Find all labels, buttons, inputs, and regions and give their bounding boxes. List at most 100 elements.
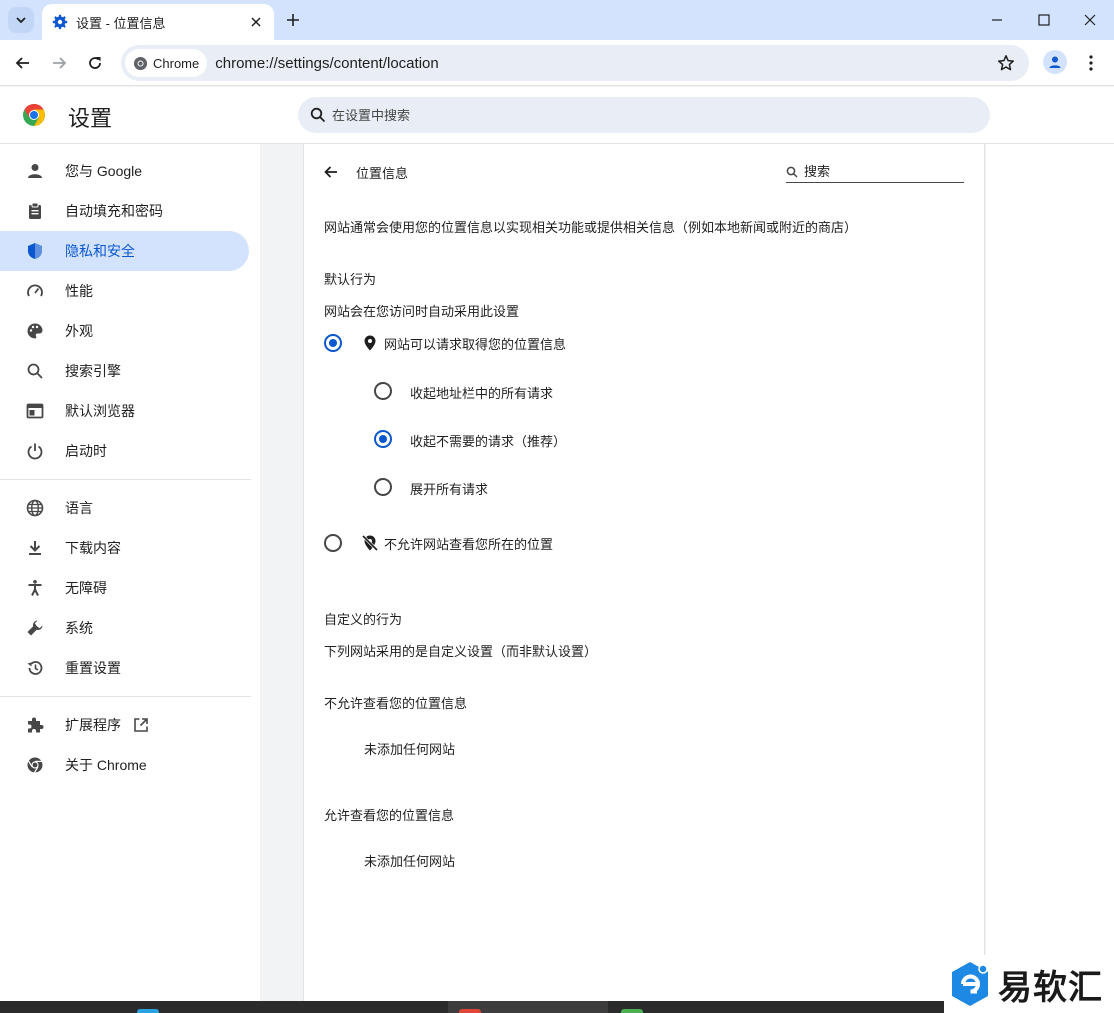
search-icon bbox=[310, 107, 326, 123]
custom-behavior-subtitle: 下列网站采用的是自定义设置（而非默认设置） bbox=[324, 644, 598, 659]
globe-icon bbox=[24, 497, 46, 519]
site-info-chip[interactable]: Chrome bbox=[125, 49, 208, 77]
arrow-left-icon bbox=[15, 57, 29, 69]
plus-icon bbox=[287, 14, 299, 26]
sidebar-item-label: 搜索引擎 bbox=[65, 363, 121, 379]
description-text: 网站通常会使用您的位置信息以实现相关功能或提供相关信息（例如本地新闻或附近的商店… bbox=[324, 220, 858, 235]
sidebar-item-appearance[interactable]: 外观 bbox=[0, 311, 249, 351]
arrow-left-icon bbox=[324, 166, 337, 178]
blocked-sites-heading: 不允许查看您的位置信息 bbox=[324, 696, 468, 711]
url-text[interactable]: chrome://settings/content/location bbox=[215, 55, 991, 72]
settings-search-input[interactable] bbox=[332, 107, 932, 123]
back-button[interactable] bbox=[320, 161, 342, 183]
radio-quiet-unneeded[interactable] bbox=[374, 430, 392, 448]
site-search[interactable] bbox=[786, 161, 964, 183]
sidebar-item-downloads[interactable]: 下载内容 bbox=[0, 528, 249, 568]
bookmark-button[interactable] bbox=[991, 48, 1021, 78]
sidebar-item-reset[interactable]: 重置设置 bbox=[0, 648, 249, 688]
minimize-icon bbox=[992, 19, 1002, 21]
sidebar-item-label: 隐私和安全 bbox=[65, 243, 135, 259]
custom-behavior-heading: 自定义的行为 bbox=[324, 612, 403, 627]
gear-icon bbox=[52, 14, 68, 30]
download-icon bbox=[24, 537, 46, 559]
watermark-text: 易软汇 bbox=[998, 967, 1103, 1008]
maximize-button[interactable] bbox=[1021, 0, 1067, 40]
person-icon bbox=[24, 160, 46, 182]
tab-title: 设置 - 位置信息 bbox=[76, 15, 166, 31]
option-block-label: 不允许网站查看您所在的位置 bbox=[384, 537, 554, 552]
sidebar-item-privacy[interactable]: 隐私和安全 bbox=[0, 231, 249, 271]
speedometer-icon bbox=[24, 280, 46, 302]
settings-header: 设置 bbox=[0, 87, 1114, 144]
search-icon bbox=[786, 166, 798, 178]
settings-search[interactable] bbox=[298, 97, 990, 133]
maximize-icon bbox=[1038, 14, 1050, 26]
reload-button[interactable] bbox=[80, 48, 110, 78]
sidebar-item-about-chrome[interactable]: 关于 Chrome bbox=[0, 745, 249, 785]
option-quiet-unneeded-label: 收起不需要的请求（推荐） bbox=[410, 434, 567, 449]
profile-button[interactable] bbox=[1043, 50, 1067, 74]
sidebar-item-on-startup[interactable]: 启动时 bbox=[0, 431, 249, 471]
site-search-input[interactable] bbox=[804, 164, 954, 179]
clipboard-icon bbox=[24, 200, 46, 222]
sidebar-divider bbox=[0, 696, 251, 697]
sidebar-item-label: 启动时 bbox=[65, 443, 107, 459]
window-close-button[interactable] bbox=[1067, 0, 1113, 40]
sidebar-item-system[interactable]: 系统 bbox=[0, 608, 249, 648]
address-bar[interactable]: Chrome chrome://settings/content/locatio… bbox=[121, 45, 1029, 81]
settings-title: 设置 bbox=[68, 106, 113, 131]
sidebar-item-languages[interactable]: 语言 bbox=[0, 488, 249, 528]
default-behavior-heading: 默认行为 bbox=[324, 272, 377, 287]
sidebar-item-label: 自动填充和密码 bbox=[65, 203, 163, 219]
sidebar-item-extensions[interactable]: 扩展程序 bbox=[0, 705, 249, 745]
person-icon bbox=[1049, 56, 1061, 68]
browser-toolbar: Chrome chrome://settings/content/locatio… bbox=[0, 40, 1114, 86]
radio-allow-location[interactable] bbox=[324, 334, 342, 352]
tab-settings-location[interactable]: 设置 - 位置信息 bbox=[42, 4, 274, 40]
sidebar-item-label: 下载内容 bbox=[65, 540, 121, 556]
radio-quiet-all[interactable] bbox=[374, 382, 392, 400]
restore-icon bbox=[24, 657, 46, 679]
tab-strip: 设置 - 位置信息 bbox=[0, 0, 1114, 40]
forward-button[interactable] bbox=[44, 48, 74, 78]
sidebar-item-label: 默认浏览器 bbox=[65, 403, 135, 419]
sidebar-item-you-and-google[interactable]: 您与 Google bbox=[0, 151, 249, 191]
browser-icon bbox=[24, 400, 46, 422]
blocked-sites-empty: 未添加任何网站 bbox=[364, 742, 456, 757]
sidebar-item-label: 语言 bbox=[65, 500, 93, 516]
sidebar-item-search-engine[interactable]: 搜索引擎 bbox=[0, 351, 249, 391]
location-settings-card: 位置信息 网站通常会使用您的位置信息以实现相关功能或提供相关信息（例如本地新闻或… bbox=[303, 144, 985, 1001]
sidebar-item-accessibility[interactable]: 无障碍 bbox=[0, 568, 249, 608]
tab-close-button[interactable] bbox=[248, 14, 264, 30]
site-info-chip-label: Chrome bbox=[153, 55, 200, 71]
page-title: 位置信息 bbox=[356, 166, 409, 181]
chrome-logo-icon bbox=[23, 104, 45, 126]
close-icon bbox=[1084, 14, 1096, 26]
back-button[interactable] bbox=[8, 48, 38, 78]
wrench-icon bbox=[24, 617, 46, 639]
radio-block-location[interactable] bbox=[324, 534, 342, 552]
sidebar-item-autofill[interactable]: 自动填充和密码 bbox=[0, 191, 249, 231]
new-tab-button[interactable] bbox=[282, 9, 304, 31]
radio-expand-all[interactable] bbox=[374, 478, 392, 496]
taskbar-app-icon[interactable] bbox=[137, 1009, 159, 1013]
browser-menu-button[interactable] bbox=[1080, 48, 1102, 78]
default-behavior-subtitle: 网站会在您访问时自动采用此设置 bbox=[324, 304, 520, 319]
shield-icon bbox=[24, 240, 46, 262]
sidebar-item-label: 扩展程序 bbox=[65, 717, 121, 733]
location-pin-icon bbox=[361, 334, 379, 352]
location-off-icon bbox=[361, 534, 379, 552]
sidebar-item-default-browser[interactable]: 默认浏览器 bbox=[0, 391, 249, 431]
settings-sidebar: 您与 Google 自动填充和密码 隐私和安全 性能 外观 搜索引擎 默认浏览器… bbox=[0, 144, 260, 1001]
minimize-button[interactable] bbox=[974, 0, 1020, 40]
right-margin bbox=[986, 144, 1114, 1001]
tab-search-button[interactable] bbox=[8, 7, 34, 33]
power-icon bbox=[24, 440, 46, 462]
watermark-logo-icon bbox=[952, 962, 988, 1006]
close-icon bbox=[251, 17, 261, 27]
taskbar-app-icon[interactable] bbox=[621, 1009, 643, 1013]
chrome-icon bbox=[24, 754, 46, 776]
taskbar-chrome-icon[interactable] bbox=[459, 1009, 481, 1013]
sidebar-item-performance[interactable]: 性能 bbox=[0, 271, 249, 311]
arrow-right-icon bbox=[53, 57, 67, 69]
